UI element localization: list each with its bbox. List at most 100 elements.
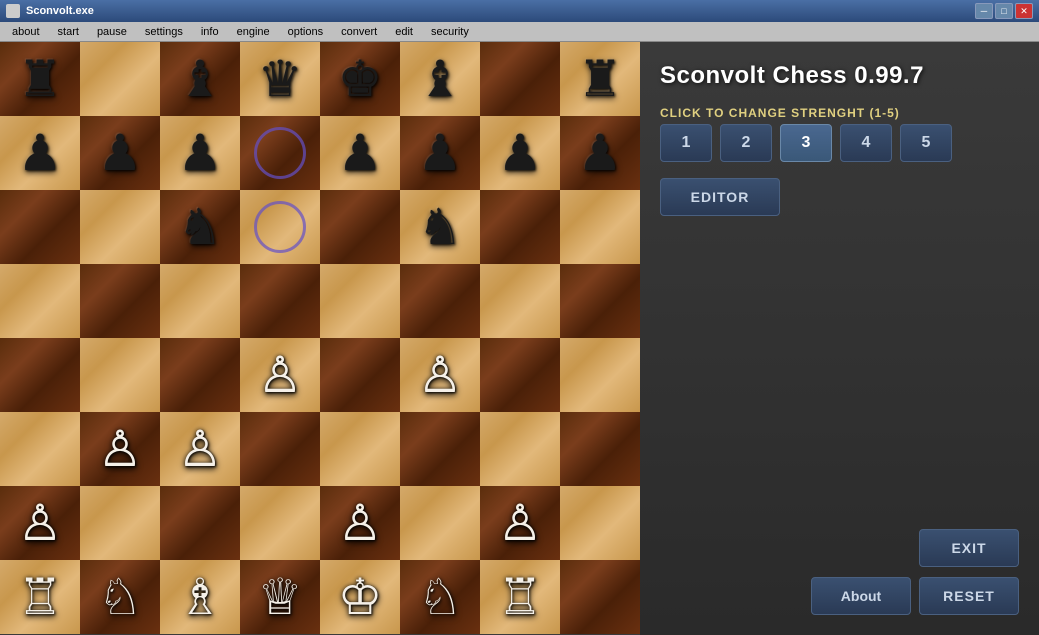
editor-button[interactable]: EDITOR: [660, 178, 780, 216]
cell-4-1[interactable]: [80, 338, 160, 412]
title-bar: Sconvolt.exe ─ □ ✕: [0, 0, 1039, 22]
cell-3-6[interactable]: [480, 264, 560, 338]
cell-2-6[interactable]: [480, 190, 560, 264]
menu-start[interactable]: start: [50, 24, 87, 40]
cell-2-2[interactable]: ♞: [160, 190, 240, 264]
menu-security[interactable]: security: [423, 24, 477, 40]
cell-5-6[interactable]: [480, 412, 560, 486]
cell-2-7[interactable]: [560, 190, 640, 264]
cell-6-7[interactable]: [560, 486, 640, 560]
strength-2-button[interactable]: 2: [720, 124, 772, 162]
cell-1-7[interactable]: ♟: [560, 116, 640, 190]
cell-7-3[interactable]: ♕: [240, 560, 320, 634]
cell-4-3[interactable]: ♙: [240, 338, 320, 412]
cell-6-4[interactable]: ♙: [320, 486, 400, 560]
cell-1-5[interactable]: ♟: [400, 116, 480, 190]
cell-5-0[interactable]: [0, 412, 80, 486]
cell-1-0[interactable]: ♟: [0, 116, 80, 190]
menu-settings[interactable]: settings: [137, 24, 191, 40]
strength-1-button[interactable]: 1: [660, 124, 712, 162]
cell-6-3[interactable]: [240, 486, 320, 560]
menu-convert[interactable]: convert: [333, 24, 385, 40]
title-bar-text: Sconvolt.exe: [26, 5, 94, 17]
close-button[interactable]: ✕: [1015, 3, 1033, 19]
cell-1-2[interactable]: ♟: [160, 116, 240, 190]
menu-pause[interactable]: pause: [89, 24, 135, 40]
bottom-buttons: EXIT About RESET: [660, 529, 1019, 615]
strength-3-button[interactable]: 3: [780, 124, 832, 162]
minimize-button[interactable]: ─: [975, 3, 993, 19]
cell-3-1[interactable]: [80, 264, 160, 338]
cell-5-1[interactable]: ♙: [80, 412, 160, 486]
strength-5-button[interactable]: 5: [900, 124, 952, 162]
cell-0-7[interactable]: ♜: [560, 42, 640, 116]
cell-2-4[interactable]: [320, 190, 400, 264]
cell-4-0[interactable]: [0, 338, 80, 412]
cell-6-6[interactable]: ♙: [480, 486, 560, 560]
cell-6-1[interactable]: [80, 486, 160, 560]
cell-3-3[interactable]: [240, 264, 320, 338]
piece-7-1: ♘: [98, 572, 143, 622]
cell-7-7[interactable]: [560, 560, 640, 634]
cell-2-1[interactable]: [80, 190, 160, 264]
cell-3-7[interactable]: [560, 264, 640, 338]
board-container: ♜♝♛♚♝♜♟♟♟♟♟♟♟♞♞♙♙♙♙♙♙♙♖♘♗♕♔♘♖: [0, 42, 640, 635]
cell-6-2[interactable]: [160, 486, 240, 560]
cell-3-0[interactable]: [0, 264, 80, 338]
cell-1-4[interactable]: ♟: [320, 116, 400, 190]
cell-0-6[interactable]: [480, 42, 560, 116]
menu-options[interactable]: options: [280, 24, 331, 40]
cell-7-4[interactable]: ♔: [320, 560, 400, 634]
cell-5-4[interactable]: [320, 412, 400, 486]
menu-engine[interactable]: engine: [229, 24, 278, 40]
cell-7-5[interactable]: ♘: [400, 560, 480, 634]
cell-6-5[interactable]: [400, 486, 480, 560]
cell-4-6[interactable]: [480, 338, 560, 412]
cell-4-7[interactable]: [560, 338, 640, 412]
cell-4-5[interactable]: ♙: [400, 338, 480, 412]
about-button[interactable]: About: [811, 577, 911, 615]
cell-7-2[interactable]: ♗: [160, 560, 240, 634]
reset-button[interactable]: RESET: [919, 577, 1019, 615]
cell-0-1[interactable]: [80, 42, 160, 116]
cell-7-1[interactable]: ♘: [80, 560, 160, 634]
cell-0-0[interactable]: ♜: [0, 42, 80, 116]
cell-3-2[interactable]: [160, 264, 240, 338]
cell-0-5[interactable]: ♝: [400, 42, 480, 116]
menu-info[interactable]: info: [193, 24, 227, 40]
piece-0-0: ♜: [18, 54, 63, 104]
right-panel: Sconvolt Chess 0.99.7 CLICK TO CHANGE ST…: [640, 42, 1039, 635]
maximize-button[interactable]: □: [995, 3, 1013, 19]
cell-6-0[interactable]: ♙: [0, 486, 80, 560]
cell-7-0[interactable]: ♖: [0, 560, 80, 634]
chess-board[interactable]: ♜♝♛♚♝♜♟♟♟♟♟♟♟♞♞♙♙♙♙♙♙♙♖♘♗♕♔♘♖: [0, 42, 640, 634]
strength-4-button[interactable]: 4: [840, 124, 892, 162]
cell-2-5[interactable]: ♞: [400, 190, 480, 264]
cell-5-3[interactable]: [240, 412, 320, 486]
title-bar-left: Sconvolt.exe: [6, 4, 94, 18]
cell-0-2[interactable]: ♝: [160, 42, 240, 116]
cell-4-2[interactable]: [160, 338, 240, 412]
cell-5-2[interactable]: ♙: [160, 412, 240, 486]
strength-buttons: 1 2 3 4 5: [660, 124, 1019, 162]
exit-button[interactable]: EXIT: [919, 529, 1019, 567]
cell-0-3[interactable]: ♛: [240, 42, 320, 116]
cell-1-3[interactable]: [240, 116, 320, 190]
cell-2-3[interactable]: [240, 190, 320, 264]
piece-6-0: ♙: [18, 498, 63, 548]
cell-1-6[interactable]: ♟: [480, 116, 560, 190]
cell-0-4[interactable]: ♚: [320, 42, 400, 116]
piece-5-1: ♙: [98, 424, 143, 474]
cell-2-0[interactable]: [0, 190, 80, 264]
cell-3-5[interactable]: [400, 264, 480, 338]
cell-1-1[interactable]: ♟: [80, 116, 160, 190]
menu-about[interactable]: about: [4, 24, 48, 40]
piece-7-2: ♗: [178, 572, 223, 622]
cell-7-6[interactable]: ♖: [480, 560, 560, 634]
cell-5-7[interactable]: [560, 412, 640, 486]
cell-5-5[interactable]: [400, 412, 480, 486]
strength-section: CLICK TO CHANGE STRENGHT (1-5) 1 2 3 4 5: [660, 106, 1019, 162]
cell-3-4[interactable]: [320, 264, 400, 338]
menu-edit[interactable]: edit: [387, 24, 421, 40]
cell-4-4[interactable]: [320, 338, 400, 412]
